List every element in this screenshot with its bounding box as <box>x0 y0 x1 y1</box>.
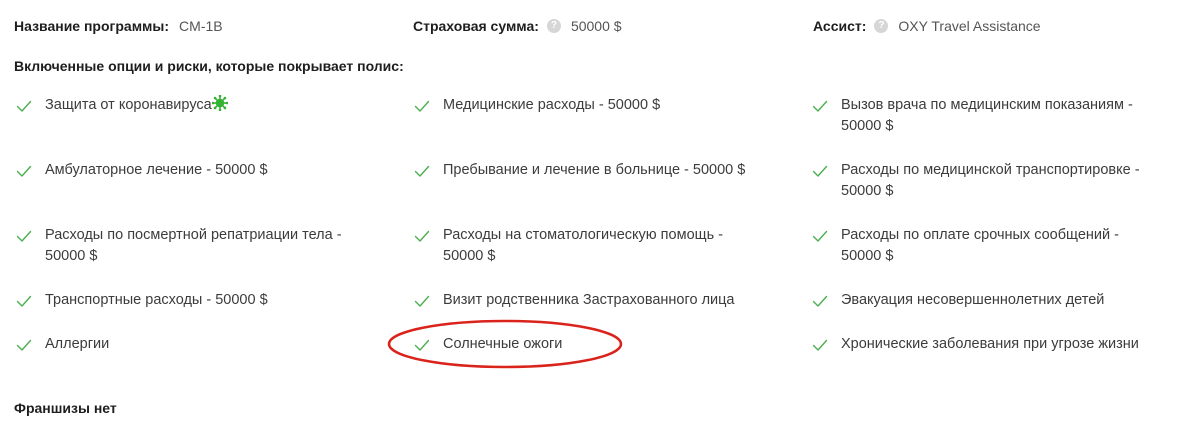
program-name: Название программы: CM-1B <box>14 17 223 35</box>
coverage-option-label: Медицинские расходы - 50000 $ <box>443 97 661 113</box>
insured-sum-value: 50000 $ <box>570 18 622 34</box>
check-icon <box>812 165 828 177</box>
coverage-option-label: Расходы по медицинской транспортировке -… <box>841 162 1140 199</box>
coverage-option: Пребывание и лечение в больнице - 50000 … <box>414 160 794 181</box>
insured-sum: Страховая сумма: ? 50000 $ <box>413 17 622 35</box>
coverage-option: Вызов врача по медицинским показаниям - … <box>812 95 1172 137</box>
highlight-ellipse <box>387 319 623 369</box>
coverage-option-label: Амбулаторное лечение - 50000 $ <box>45 162 268 178</box>
check-icon <box>16 230 32 242</box>
check-icon <box>16 339 32 351</box>
coverage-option-label: Расходы по оплате срочных сообщений - 50… <box>841 227 1119 264</box>
coverage-option: Расходы по посмертной репатриации тела -… <box>16 225 386 267</box>
help-icon[interactable]: ? <box>546 19 561 33</box>
check-icon <box>16 295 32 307</box>
virus-icon <box>211 95 228 111</box>
check-icon <box>16 165 32 177</box>
coverage-option: Амбулаторное лечение - 50000 $ <box>16 160 386 181</box>
check-icon <box>812 339 828 351</box>
check-icon <box>414 100 430 112</box>
assistance: Ассист: ? OXY Travel Assistance <box>813 17 1041 35</box>
coverage-option: Медицинские расходы - 50000 $ <box>414 95 794 116</box>
coverage-option-label: Хронические заболевания при угрозе жизни <box>841 336 1139 352</box>
check-icon <box>16 100 32 112</box>
coverage-option: Расходы по оплате срочных сообщений - 50… <box>812 225 1172 267</box>
check-icon <box>812 295 828 307</box>
coverage-option: Аллергии <box>16 334 386 355</box>
program-name-value: CM-1B <box>179 18 223 34</box>
coverage-option-label: Вызов врача по медицинским показаниям - … <box>841 97 1133 134</box>
assistance-label: Ассист: <box>813 18 867 34</box>
insured-sum-label: Страховая сумма: <box>413 18 539 34</box>
coverage-option: Транспортные расходы - 50000 $ <box>16 290 386 311</box>
franchise-note: Франшизы нет <box>14 400 117 416</box>
coverage-title: Включенные опции и риски, которые покрыв… <box>14 58 404 74</box>
coverage-option-label: Визит родственника Застрахованного лица <box>443 292 735 308</box>
coverage-option: Хронические заболевания при угрозе жизни <box>812 334 1172 355</box>
check-icon <box>414 230 430 242</box>
coverage-option-label: Эвакуация несовершеннолетних детей <box>841 292 1105 308</box>
program-name-label: Название программы: <box>14 18 170 34</box>
coverage-option: Визит родственника Застрахованного лица <box>414 290 794 311</box>
check-icon <box>812 230 828 242</box>
help-icon[interactable]: ? <box>874 19 889 33</box>
coverage-option: Расходы по медицинской транспортировке -… <box>812 160 1172 202</box>
coverage-option: Расходы на стоматологическую помощь - 50… <box>414 225 794 267</box>
coverage-option-label: Защита от коронавируса <box>45 97 212 113</box>
coverage-option: Защита от коронавируса <box>16 95 386 116</box>
check-icon <box>812 100 828 112</box>
coverage-option-label: Расходы по посмертной репатриации тела -… <box>45 227 342 264</box>
coverage-option-label: Пребывание и лечение в больнице - 50000 … <box>443 162 746 178</box>
coverage-option-label: Расходы на стоматологическую помощь - 50… <box>443 227 723 264</box>
check-icon <box>414 165 430 177</box>
assistance-value: OXY Travel Assistance <box>898 18 1041 34</box>
check-icon <box>414 295 430 307</box>
coverage-option-label: Аллергии <box>45 336 110 352</box>
coverage-option-label: Транспортные расходы - 50000 $ <box>45 292 268 308</box>
coverage-option: Эвакуация несовершеннолетних детей <box>812 290 1172 311</box>
